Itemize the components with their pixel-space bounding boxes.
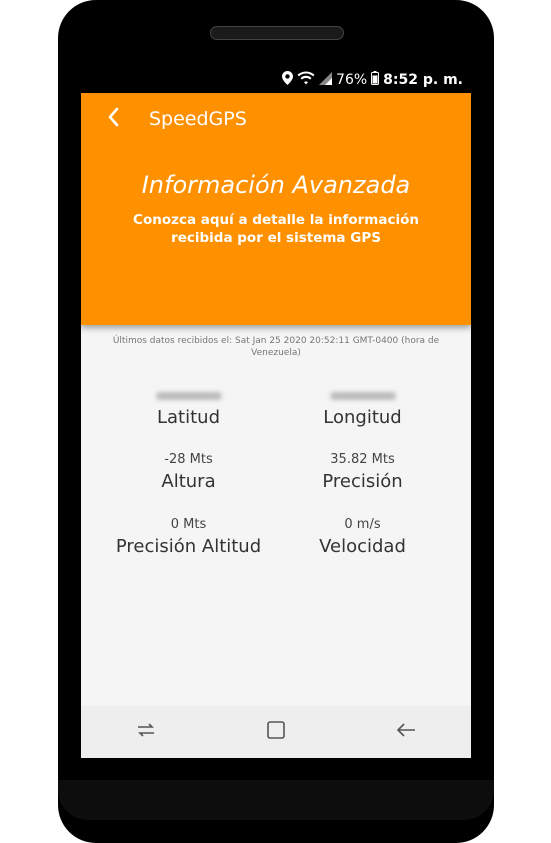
latitude-label: Latitud [156, 407, 220, 428]
signal-icon [319, 71, 333, 89]
longitude-redacted [329, 392, 396, 400]
back-button[interactable] [91, 97, 135, 141]
recent-apps-icon [136, 722, 156, 742]
earpiece-speaker [210, 26, 344, 40]
recent-apps-button[interactable] [126, 712, 166, 752]
status-bar: 76% 8:52 p. m. [81, 68, 471, 93]
phone-bottom-edge [58, 780, 494, 820]
altitude-cell: -28 Mts Altura [91, 451, 286, 492]
chevron-left-icon [107, 107, 119, 131]
latitude-cell: Latitud [91, 387, 286, 428]
toolbar: SpeedGPS [81, 93, 471, 145]
wifi-icon [297, 71, 315, 89]
speed-label: Velocidad [319, 536, 406, 557]
precision-value: 35.82 Mts [330, 452, 395, 467]
page-title: Información Avanzada [141, 171, 411, 199]
latitude-redacted [155, 392, 222, 400]
app-screen: SpeedGPS Información Avanzada Conozca aq… [81, 93, 471, 758]
back-arrow-icon [396, 722, 416, 742]
speed-value: 0 m/s [344, 517, 381, 532]
battery-icon [371, 71, 380, 89]
longitude-cell: Longitud [265, 387, 460, 428]
altitude-value: -28 Mts [164, 452, 213, 467]
latitude-value [91, 387, 286, 405]
app-title: SpeedGPS [149, 108, 247, 130]
precision-cell: 35.82 Mts Precisión [265, 451, 460, 492]
clock: 8:52 p. m. [383, 72, 463, 88]
home-icon [267, 721, 285, 743]
location-icon [282, 71, 294, 89]
page-subtitle: Conozca aquí a detalle la información re… [133, 212, 419, 246]
battery-percent: 76% [336, 72, 368, 88]
altitude-label: Altura [161, 471, 216, 492]
system-nav-bar [81, 706, 471, 758]
last-data-timestamp: Últimos datos recibidos el: Sat Jan 25 2… [112, 336, 440, 358]
precision-label: Precisión [322, 471, 403, 492]
altitude-precision-value: 0 Mts [170, 517, 207, 532]
longitude-label: Longitud [323, 407, 402, 428]
altitude-precision-label: Precisión Altitud [115, 536, 262, 557]
home-button[interactable] [256, 712, 296, 752]
longitude-value [265, 387, 460, 405]
back-nav-button[interactable] [386, 712, 426, 752]
header-banner: SpeedGPS Información Avanzada Conozca aq… [81, 93, 471, 325]
speed-cell: 0 m/s Velocidad [265, 516, 460, 557]
altitude-precision-cell: 0 Mts Precisión Altitud [91, 516, 286, 557]
